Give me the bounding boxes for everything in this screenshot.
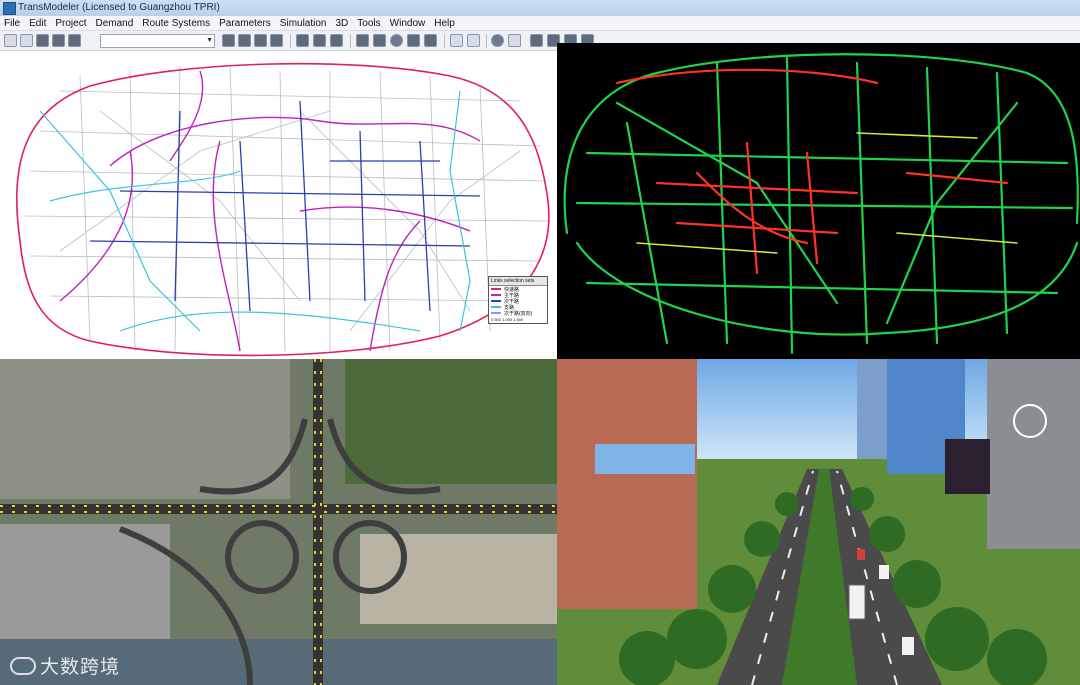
3d-view-panel[interactable]	[557, 359, 1080, 685]
legend-entry: 次干路(双向)	[489, 310, 547, 317]
signal-icon[interactable]	[390, 34, 403, 47]
legend-swatch	[491, 306, 501, 308]
menu-edit[interactable]: Edit	[29, 18, 46, 29]
cut-icon[interactable]	[254, 34, 267, 47]
turn-icon[interactable]	[407, 34, 420, 47]
fast-links	[563, 53, 1079, 355]
new-icon[interactable]	[4, 34, 17, 47]
glass-roof	[595, 444, 695, 474]
traffic-flow-panel[interactable]	[557, 43, 1080, 359]
branch-roads	[39, 90, 471, 332]
watermark-text: 大数跨境	[40, 656, 121, 678]
legend-label: 次干路(双向)	[504, 310, 533, 317]
pencil-icon[interactable]	[508, 34, 521, 47]
menu-help[interactable]: Help	[434, 18, 455, 29]
satellite-canvas	[0, 359, 557, 685]
menu-simulation[interactable]: Simulation	[280, 18, 327, 29]
traffic-flow-canvas	[563, 53, 1079, 355]
app-icon	[3, 2, 16, 15]
layer-icon[interactable]	[222, 34, 235, 47]
menu-project[interactable]: Project	[55, 18, 86, 29]
link-icon[interactable]	[356, 34, 369, 47]
car	[902, 637, 914, 655]
office-building	[987, 359, 1080, 549]
node-icon[interactable]	[330, 34, 343, 47]
park-area	[345, 359, 557, 484]
select-icon[interactable]	[313, 34, 326, 47]
detector-icon[interactable]	[424, 34, 437, 47]
menu-route-systems[interactable]: Route Systems	[142, 18, 210, 29]
lane-icon[interactable]	[373, 34, 386, 47]
toolbar-separator	[350, 34, 351, 48]
network-map-canvas	[15, 62, 550, 357]
menu-file[interactable]: File	[4, 18, 20, 29]
record-icon[interactable]	[491, 34, 504, 47]
print-icon[interactable]	[52, 34, 65, 47]
toolbar-separator	[444, 34, 445, 48]
menu-tools[interactable]: Tools	[357, 18, 380, 29]
network-map-panel[interactable]: Links selection sets 快速路 主干路 次干路 支路 次干路(…	[0, 51, 557, 359]
table-icon[interactable]	[238, 34, 251, 47]
car	[857, 549, 865, 560]
grid-icon[interactable]	[296, 34, 309, 47]
arterial-roads	[59, 70, 481, 352]
congested-links	[615, 68, 1009, 275]
bus	[848, 584, 866, 620]
stop-icon[interactable]	[530, 34, 543, 47]
secondary-roads	[89, 100, 481, 312]
brick-building	[557, 359, 697, 609]
medium-links	[636, 132, 1018, 254]
align-icon[interactable]	[270, 34, 283, 47]
legend-swatch	[491, 294, 501, 296]
map-legend[interactable]: Links selection sets 快速路 主干路 次干路 支路 次干路(…	[488, 276, 548, 324]
watermark-logo-icon	[10, 656, 36, 675]
satellite-view-panel[interactable]: 大数跨境	[0, 359, 557, 685]
urban-block	[0, 359, 290, 499]
legend-swatch	[491, 300, 501, 302]
chevron-down-icon: ▼	[206, 37, 213, 44]
toolbar-separator	[290, 34, 291, 48]
tower	[857, 359, 887, 459]
title-bar: TransModeler (Licensed to Guangzhou TPRI…	[0, 0, 1080, 17]
open-icon[interactable]	[20, 34, 33, 47]
billboard	[945, 439, 990, 494]
menu-bar: File Edit Project Demand Route Systems P…	[0, 16, 1080, 31]
undo-icon[interactable]	[450, 34, 463, 47]
menu-demand[interactable]: Demand	[95, 18, 133, 29]
preview-icon[interactable]	[68, 34, 81, 47]
menu-window[interactable]: Window	[390, 18, 426, 29]
window-title: TransModeler (Licensed to Guangzhou TPRI…	[18, 2, 220, 13]
urban-block	[0, 524, 170, 654]
toolbar-separator	[486, 34, 487, 48]
legend-swatch	[491, 288, 501, 290]
save-icon[interactable]	[36, 34, 49, 47]
construction-area	[360, 534, 557, 624]
watermark: 大数跨境	[10, 652, 120, 679]
legend-swatch	[491, 312, 501, 314]
menu-parameters[interactable]: Parameters	[219, 18, 271, 29]
redo-icon[interactable]	[467, 34, 480, 47]
car	[879, 565, 889, 579]
legend-scale: 0 500 1,000 1,500	[491, 317, 524, 322]
menu-3d[interactable]: 3D	[336, 18, 349, 29]
3d-scene-canvas	[557, 359, 1080, 685]
layer-combo[interactable]: ▼	[100, 34, 215, 48]
local-streets	[24, 65, 549, 352]
